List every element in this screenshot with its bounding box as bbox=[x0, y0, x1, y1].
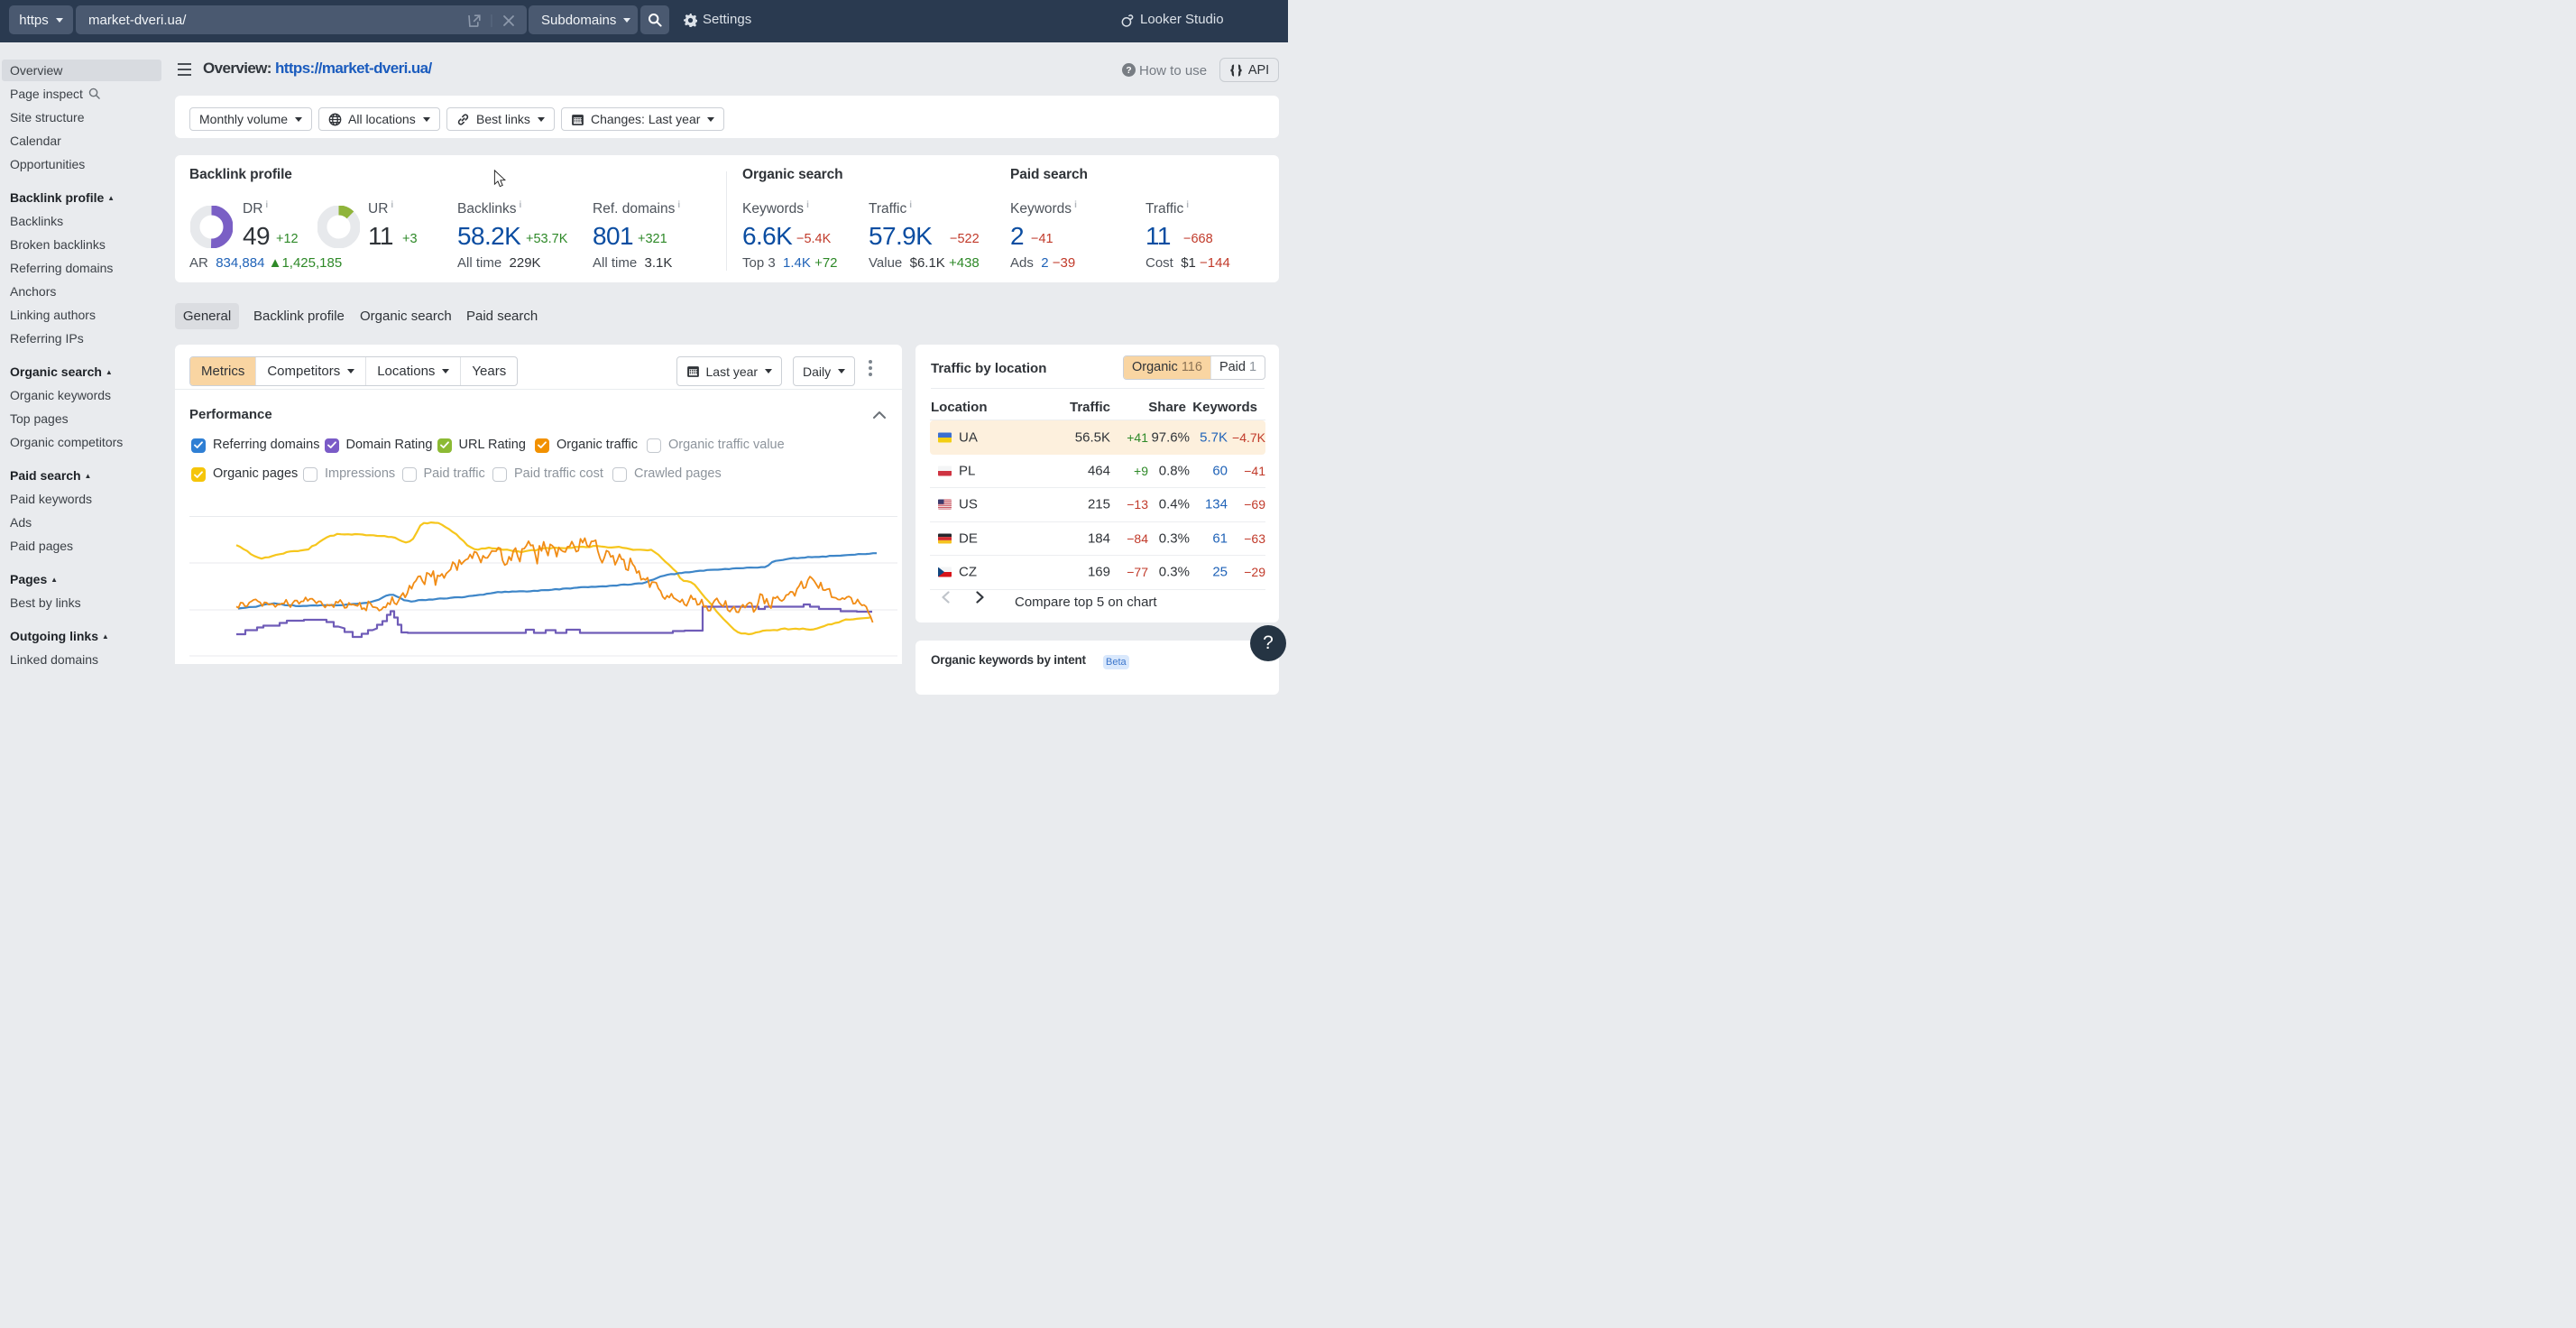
svg-text:?: ? bbox=[1126, 66, 1131, 76]
